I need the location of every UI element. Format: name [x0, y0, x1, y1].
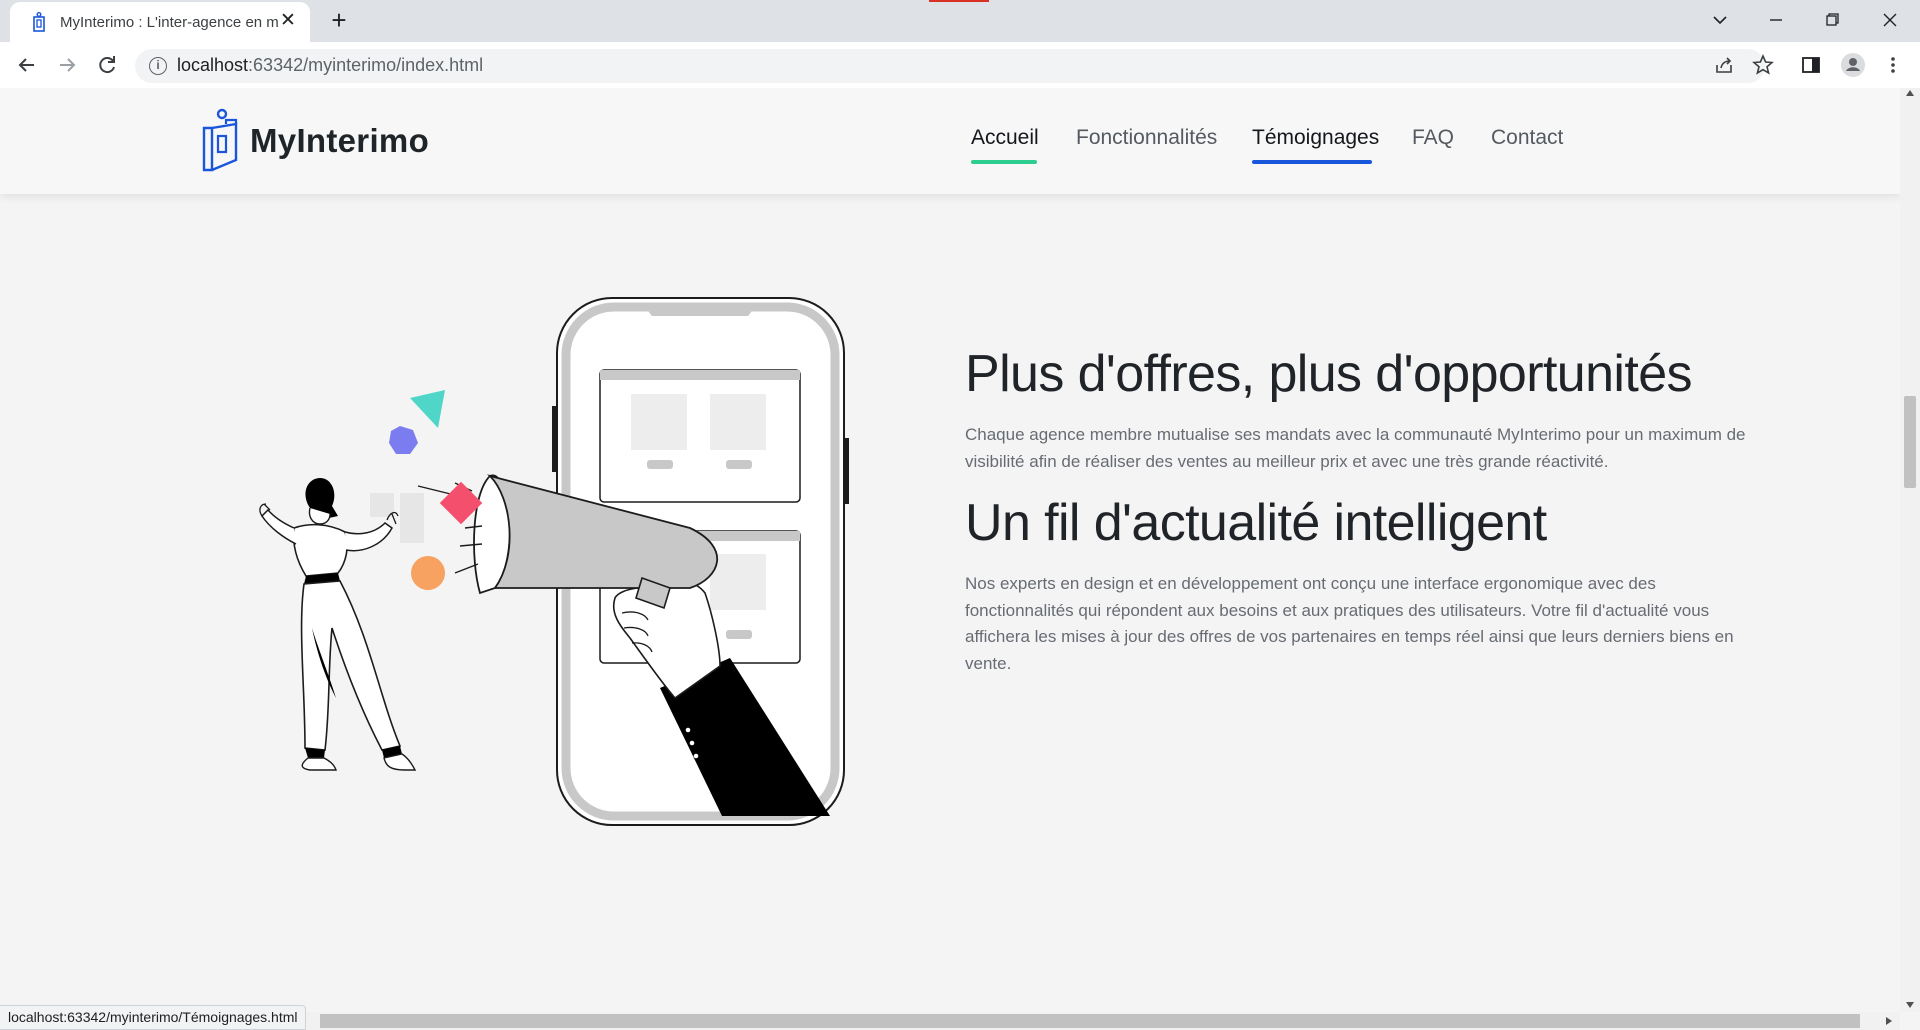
- info-icon[interactable]: i: [149, 57, 167, 75]
- scroll-up-arrow-icon[interactable]: [1906, 90, 1914, 96]
- paragraph-plus-d-offres: Chaque agence membre mutualise ses manda…: [965, 425, 1746, 471]
- tab-close-icon[interactable]: ✕: [278, 11, 298, 32]
- menu-icon[interactable]: [1878, 50, 1908, 80]
- horizontal-scrollbar-thumb[interactable]: [320, 1014, 1860, 1028]
- profile-icon[interactable]: [1838, 50, 1868, 80]
- forward-arrow-icon[interactable]: [52, 50, 82, 80]
- logo-mark-icon: [202, 108, 238, 172]
- nav-link-contact[interactable]: Contact: [1491, 126, 1563, 150]
- heading-fil-actualite: Un fil d'actualité intelligent: [965, 494, 1547, 552]
- minimize-icon[interactable]: [1762, 8, 1790, 32]
- tab-strip-indicator: [929, 0, 989, 2]
- heading-plus-d-offres: Plus d'offres, plus d'opportunités: [965, 345, 1693, 403]
- scroll-down-arrow-icon[interactable]: [1906, 1002, 1914, 1008]
- side-panel-icon[interactable]: [1796, 50, 1826, 80]
- brand-name: MyInterimo: [250, 122, 430, 159]
- address-bar[interactable]: i localhost:63342/myinterimo/index.html: [135, 49, 1765, 83]
- nav-link-faq[interactable]: FAQ: [1412, 126, 1454, 150]
- back-arrow-icon[interactable]: [12, 50, 42, 80]
- vertical-scrollbar-thumb[interactable]: [1904, 396, 1916, 488]
- browser-toolbar: i localhost:63342/myinterimo/index.html: [0, 42, 1920, 88]
- megaphone-illustration: [259, 297, 849, 826]
- site-favicon-icon: [33, 12, 45, 32]
- vertical-scrollbar[interactable]: [1900, 88, 1920, 1012]
- tab-search-icon[interactable]: [1706, 8, 1734, 32]
- new-tab-button[interactable]: +: [326, 7, 352, 34]
- scroll-right-arrow-icon[interactable]: [1886, 1017, 1892, 1025]
- browser-tab[interactable]: MyInterimo : L'inter-agence en m ✕: [10, 2, 310, 42]
- url-host: localhost: [177, 55, 249, 75]
- tab-strip: MyInterimo : L'inter-agence en m ✕ +: [0, 0, 1920, 42]
- reload-icon[interactable]: [92, 50, 122, 80]
- url-path: :63342/myinterimo/index.html: [248, 55, 484, 75]
- nav-link-fonctionnalites[interactable]: Fonctionnalités: [1076, 126, 1217, 150]
- share-icon[interactable]: [1709, 51, 1739, 81]
- nav-link-accueil[interactable]: Accueil: [971, 126, 1039, 150]
- url-text[interactable]: localhost:63342/myinterimo/index.html: [177, 55, 483, 76]
- star-icon[interactable]: [1748, 50, 1778, 80]
- site-header: MyInterimo Accueil Fonctionnalités Témoi…: [0, 88, 1900, 194]
- paragraph-fil-actualite: Nos experts en design et en développemen…: [965, 574, 1734, 673]
- page-viewport: MyInterimo Accueil Fonctionnalités Témoi…: [0, 88, 1900, 1012]
- tab-title: MyInterimo : L'inter-agence en m: [60, 13, 278, 31]
- site-logo[interactable]: MyInterimo: [200, 108, 429, 174]
- nav-active-underline: [971, 160, 1037, 164]
- close-window-icon[interactable]: [1876, 8, 1904, 32]
- nav-hover-underline: [1252, 160, 1372, 164]
- status-bar-url: localhost:63342/myinterimo/Témoignages.h…: [0, 1005, 307, 1030]
- nav-link-temoignages[interactable]: Témoignages: [1252, 126, 1379, 150]
- restore-icon[interactable]: [1818, 8, 1846, 32]
